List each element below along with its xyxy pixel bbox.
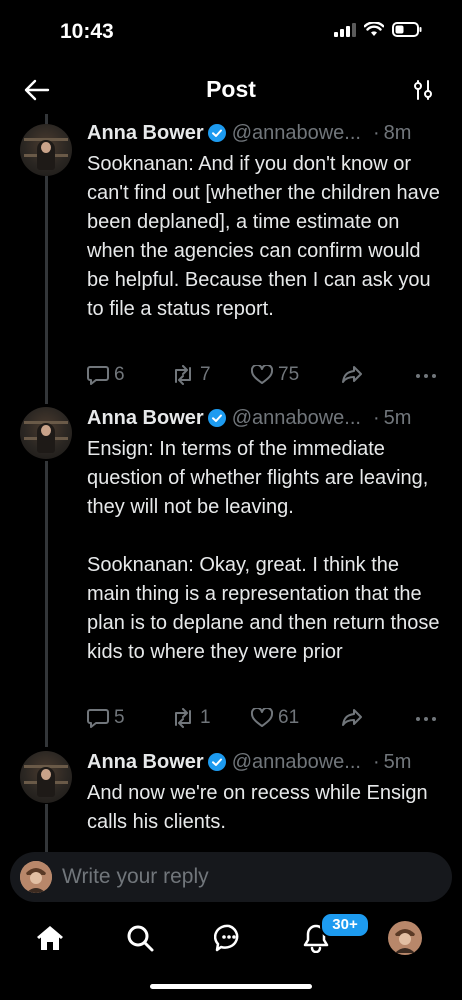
avatar[interactable] <box>20 407 72 459</box>
home-indicator <box>150 984 312 989</box>
page-title: Post <box>206 76 256 102</box>
author-handle[interactable]: @annabowe... <box>232 407 361 430</box>
tab-profile[interactable] <box>387 920 423 956</box>
separator-dot: · <box>372 121 380 144</box>
post-header: Anna Bower @annabowe... · 8m <box>87 118 446 148</box>
reply-button[interactable]: 6 <box>87 364 125 386</box>
post-paragraph: And now we're on recess while Ensign cal… <box>87 782 428 833</box>
tab-search[interactable] <box>122 920 158 956</box>
avatar[interactable] <box>20 124 72 176</box>
notifications-badge: 30+ <box>320 912 370 938</box>
more-options-button[interactable] <box>415 364 437 384</box>
post-paragraph: Sooknanan: And if you don't know or can'… <box>87 153 440 320</box>
post-text: Ensign: In terms of the immediate questi… <box>87 435 447 667</box>
post-actions: 6 7 75 <box>87 364 447 390</box>
post-header: Anna Bower @annabowe... · 5m <box>87 747 446 777</box>
profile-avatar-icon <box>388 921 422 955</box>
like-button[interactable]: 75 <box>251 364 299 386</box>
comment-icon <box>87 709 109 728</box>
tab-chat[interactable] <box>211 920 247 956</box>
tab-home[interactable] <box>32 920 68 956</box>
repost-count: 7 <box>200 364 211 385</box>
cellular-signal-icon <box>334 22 356 37</box>
repost-button[interactable]: 7 <box>171 364 211 386</box>
post-actions: 5 1 61 <box>87 707 447 733</box>
chat-bubble-icon <box>214 924 239 952</box>
post-time: 5m <box>383 750 412 773</box>
post-text: And now we're on recess while Ensign cal… <box>87 779 447 837</box>
like-button[interactable]: 61 <box>251 707 299 729</box>
post-header: Anna Bower @annabowe... · 5m <box>87 403 446 433</box>
post-paragraph: Sooknanan: Okay, great. I think the main… <box>87 554 440 663</box>
author-name[interactable]: Anna Bower <box>87 407 204 430</box>
author-name[interactable]: Anna Bower <box>87 122 204 145</box>
status-icons <box>334 22 422 37</box>
share-button[interactable] <box>341 364 363 384</box>
like-count: 61 <box>278 707 300 728</box>
post[interactable]: Anna Bower @annabowe... · 8m Sooknanan: … <box>0 118 462 398</box>
reply-composer[interactable]: Write your reply <box>10 852 452 902</box>
post[interactable]: Anna Bower @annabowe... · 5m Ensign: In … <box>0 403 462 743</box>
repost-count: 1 <box>200 707 211 728</box>
share-arrow-icon <box>342 366 362 383</box>
share-arrow-icon <box>342 709 362 726</box>
settings-button[interactable] <box>412 78 436 102</box>
author-handle[interactable]: @annabowe... <box>232 751 361 774</box>
ellipsis-icon <box>416 717 436 721</box>
user-avatar <box>20 861 52 893</box>
author-handle[interactable]: @annabowe... <box>232 122 361 145</box>
post-text: Sooknanan: And if you don't know or can'… <box>87 150 447 324</box>
avatar[interactable] <box>20 751 72 803</box>
post-paragraph: Ensign: In terms of the immediate questi… <box>87 438 429 518</box>
reply-input-placeholder[interactable]: Write your reply <box>62 865 209 889</box>
heart-icon <box>251 708 273 727</box>
home-icon <box>37 926 63 950</box>
separator-dot: · <box>372 406 380 429</box>
ellipsis-icon <box>416 374 436 378</box>
reply-button[interactable]: 5 <box>87 707 125 729</box>
verified-badge-icon <box>207 409 226 427</box>
bottom-tab-bar <box>0 906 462 970</box>
like-count: 75 <box>278 364 300 385</box>
wifi-icon <box>364 22 384 36</box>
header: Post <box>0 66 462 114</box>
share-button[interactable] <box>341 707 363 727</box>
thread-feed[interactable]: Anna Bower @annabowe... · 8m Sooknanan: … <box>0 114 462 852</box>
sliders-icon <box>414 80 432 100</box>
post-time: 8m <box>383 121 412 144</box>
verified-badge-icon <box>207 124 226 142</box>
more-options-button[interactable] <box>415 707 437 727</box>
post[interactable]: Anna Bower @annabowe... · 5m And now we'… <box>0 747 462 852</box>
reply-count: 6 <box>114 364 125 385</box>
status-time: 10:43 <box>60 20 114 43</box>
comment-icon <box>87 366 109 385</box>
author-name[interactable]: Anna Bower <box>87 751 204 774</box>
verified-badge-icon <box>207 753 226 771</box>
post-time: 5m <box>383 406 412 429</box>
repost-icon <box>175 708 191 728</box>
separator-dot: · <box>372 750 380 773</box>
repost-icon <box>175 365 191 385</box>
status-bar: 10:43 <box>0 0 462 60</box>
repost-button[interactable]: 1 <box>171 707 211 729</box>
battery-icon <box>392 22 422 37</box>
heart-icon <box>251 365 273 384</box>
search-icon <box>127 925 154 952</box>
reply-count: 5 <box>114 707 125 728</box>
user-avatar-image <box>20 861 52 893</box>
